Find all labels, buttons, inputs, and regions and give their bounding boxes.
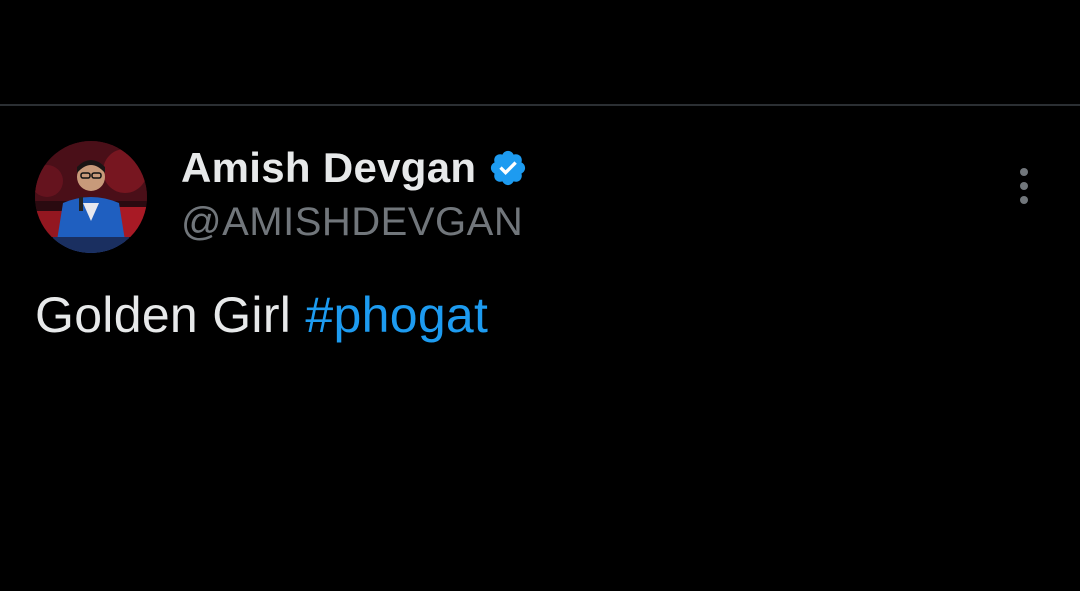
avatar-image bbox=[35, 141, 147, 253]
more-options-icon bbox=[1020, 168, 1028, 176]
tweet-text: Golden Girl #phogat bbox=[35, 286, 488, 344]
author-display-name[interactable]: Amish Devgan bbox=[181, 144, 476, 192]
name-row: Amish Devgan bbox=[181, 142, 528, 194]
more-options-icon-dot bbox=[1020, 196, 1028, 204]
tweet[interactable]: Amish Devgan @AMISHDEVGAN Golden Girl #p… bbox=[0, 106, 1080, 591]
hashtag-link[interactable]: #phogat bbox=[305, 287, 488, 343]
tweet-screen: Amish Devgan @AMISHDEVGAN Golden Girl #p… bbox=[0, 0, 1080, 591]
top-bar bbox=[0, 0, 1080, 104]
verified-badge-icon bbox=[488, 148, 528, 188]
tweet-body-text: Golden Girl bbox=[35, 287, 292, 343]
more-options-icon-dot bbox=[1020, 182, 1028, 190]
author-handle[interactable]: @AMISHDEVGAN bbox=[181, 200, 528, 245]
more-options-button[interactable] bbox=[1004, 162, 1044, 210]
author-info[interactable]: Amish Devgan @AMISHDEVGAN bbox=[181, 142, 528, 245]
avatar[interactable] bbox=[35, 141, 147, 253]
